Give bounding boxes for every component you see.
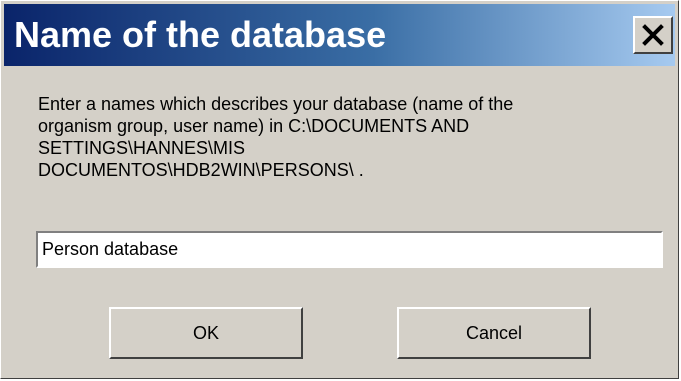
close-icon (642, 24, 664, 46)
database-name-input[interactable] (36, 231, 663, 268)
dialog-title: Name of the database (14, 14, 387, 55)
dialog-message: Enter a names which describes your datab… (38, 94, 514, 180)
ok-button[interactable]: OK (109, 307, 303, 359)
close-button[interactable] (633, 16, 673, 54)
title-bar[interactable]: Name of the database (4, 4, 675, 66)
database-name-dialog: Name of the database Enter a names which… (0, 0, 679, 379)
cancel-button[interactable]: Cancel (397, 307, 591, 359)
